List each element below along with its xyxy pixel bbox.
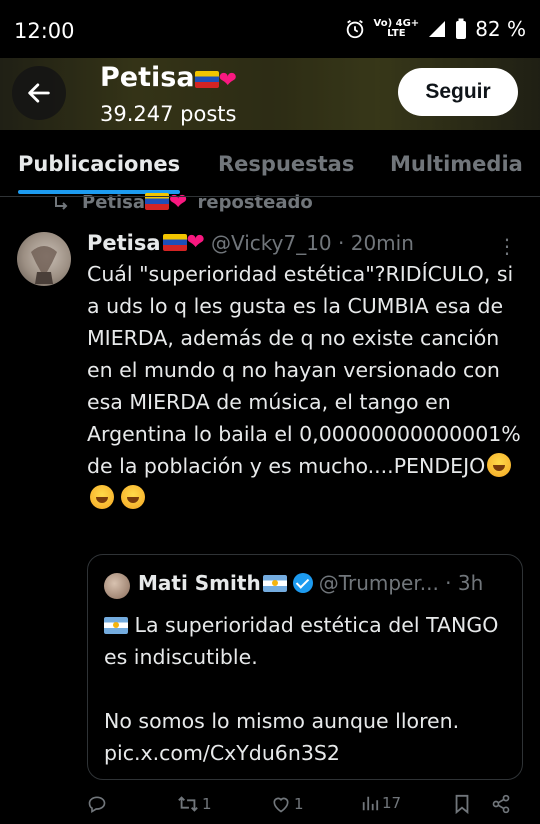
- status-icons: Vo) 4G+ LTE 82 %: [344, 17, 526, 41]
- battery-icon: [456, 18, 467, 39]
- arrow-left-icon: [28, 83, 50, 103]
- verified-badge-icon: [292, 573, 313, 593]
- reply-icon: [88, 796, 106, 813]
- avatar-image: [31, 246, 57, 284]
- quoted-text-block: La superioridad estética del TANGO es in…: [104, 609, 514, 769]
- argentina-flag-icon: [262, 574, 287, 592]
- views-icon: [362, 796, 379, 811]
- network-type-bottom: LTE: [387, 28, 406, 39]
- quoted-spacer: [104, 673, 514, 705]
- tweet-text-block: Cuál "superioridad estética"?RIDÍCULO, s…: [87, 258, 527, 514]
- profile-header: Petisa ❤ 39.247 posts Seguir: [0, 58, 540, 130]
- bookmark-icon: [455, 794, 469, 814]
- quoted-author-name: Mati Smith: [138, 571, 261, 595]
- laughing-emoji-icon: [120, 485, 145, 509]
- network-label: Vo) 4G+ LTE: [374, 19, 420, 39]
- tab-multimedia[interactable]: Multimedia: [390, 152, 523, 176]
- heart-icon: ❤: [186, 230, 205, 255]
- tabs-divider: [0, 196, 540, 197]
- profile-tabs: Publicaciones Respuestas Multimedia: [0, 130, 540, 194]
- share-button[interactable]: [491, 794, 511, 814]
- like-count: 1: [294, 795, 304, 813]
- quoted-avatar: [104, 573, 130, 599]
- tweet-author-name[interactable]: Petisa: [87, 231, 161, 255]
- back-button[interactable]: [12, 66, 66, 120]
- bookmark-button[interactable]: [453, 794, 471, 814]
- heart-icon: ❤: [218, 68, 237, 93]
- quoted-handle-time: @Trumper... · 3h: [318, 571, 484, 595]
- retweet-button[interactable]: 1: [177, 794, 212, 814]
- like-button[interactable]: 1: [271, 794, 304, 814]
- quoted-tweet[interactable]: Mati Smith @Trumper... · 3h La superiori…: [87, 554, 523, 780]
- argentina-flag-icon: [104, 617, 128, 634]
- repost-user-row: Petisa ❤: [82, 190, 187, 215]
- heart-icon: ❤: [169, 190, 188, 215]
- status-time: 12:00: [14, 19, 75, 43]
- avatar[interactable]: [17, 232, 71, 286]
- quoted-line-1-row: La superioridad estética del TANGO es in…: [104, 609, 514, 673]
- share-icon: [492, 794, 510, 814]
- reply-button[interactable]: [87, 794, 110, 814]
- quoted-link[interactable]: pic.x.com/CxYdu6n3S2: [104, 737, 514, 769]
- follow-button[interactable]: Seguir: [398, 68, 518, 116]
- status-bar: 12:00 Vo) 4G+ LTE 82 %: [0, 0, 540, 58]
- like-icon: [273, 797, 289, 813]
- quoted-line-2: No somos lo mismo aunque lloren.: [104, 709, 460, 733]
- tweet-header: Petisa ❤ @Vicky7_10 · 20min ⋮: [87, 230, 527, 258]
- retweet-count: 1: [202, 795, 212, 813]
- laughing-emoji-icon: [487, 453, 512, 477]
- tweet-actions: 1 1 17: [87, 794, 527, 820]
- signal-icon: [429, 21, 446, 37]
- quoted-header: Mati Smith @Trumper... · 3h: [138, 571, 483, 595]
- posts-count: 39.247 posts: [100, 102, 237, 126]
- battery-percent: 82 %: [475, 17, 526, 41]
- repost-indicator: Petisa ❤ reposteado: [52, 190, 313, 215]
- venezuela-flag-icon: [162, 234, 187, 251]
- more-options-icon[interactable]: ⋮: [497, 234, 517, 258]
- venezuela-flag-icon: [194, 71, 219, 88]
- tweet-handle-time: @Vicky7_10 · 20min: [210, 230, 414, 255]
- views-button[interactable]: 17: [361, 794, 401, 812]
- laughing-emoji-icon: [90, 485, 114, 509]
- views-count: 17: [382, 794, 402, 812]
- profile-name-row: Petisa ❤: [100, 62, 237, 93]
- tab-publicaciones[interactable]: Publicaciones: [18, 152, 180, 176]
- quoted-line-1: La superioridad estética del TANGO es in…: [104, 613, 499, 669]
- tweet-text: Cuál "superioridad estética"?RIDÍCULO, s…: [87, 262, 521, 478]
- retweet-icon: [178, 796, 198, 812]
- tab-respuestas[interactable]: Respuestas: [218, 152, 354, 176]
- alarm-icon: [346, 19, 363, 39]
- profile-name: Petisa: [100, 62, 195, 93]
